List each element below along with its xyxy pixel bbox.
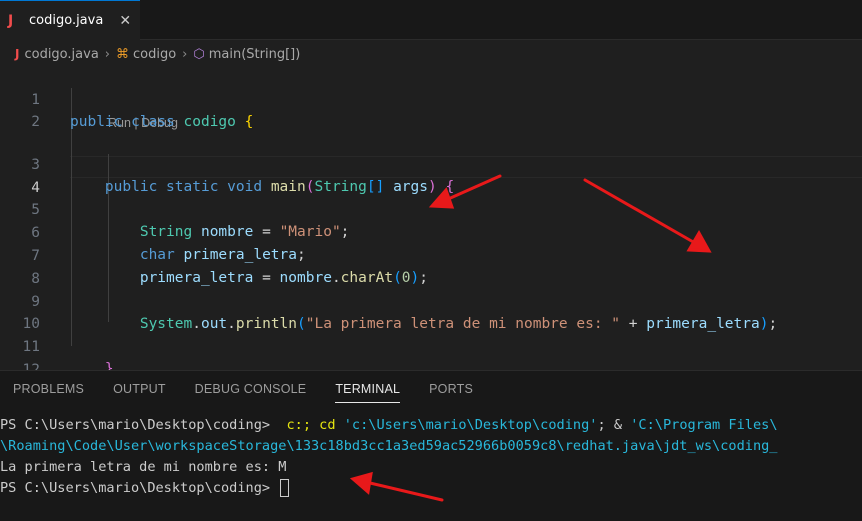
bottom-panel: PROBLEMS OUTPUT DEBUG CONSOLE TERMINAL P…: [0, 370, 862, 521]
breadcrumb-class[interactable]: codigo: [133, 47, 176, 62]
code-line-7: 7 primera_letra = nombre.charAt(0);: [0, 223, 862, 286]
terminal[interactable]: PS C:\Users\mario\Desktop\coding> c:; cd…: [0, 415, 862, 499]
code-line-10: 10: [0, 291, 862, 332]
tab-ports[interactable]: PORTS: [429, 371, 473, 407]
class-icon: ⌘: [115, 46, 129, 62]
java-file-icon: J: [15, 47, 20, 61]
java-file-icon: J: [8, 12, 14, 29]
terminal-line: PS C:\Users\mario\Desktop\coding> c:; cd…: [0, 417, 778, 433]
code-line-4: 4: [0, 155, 862, 196]
code-line-1: 1 public class codigo {: [0, 67, 862, 130]
code-editor[interactable]: Run | Debug 1 public class codigo { 2 3 …: [0, 66, 862, 400]
code-line-6: 6 char primera_letra;: [0, 200, 862, 263]
code-line-2: 2: [0, 89, 862, 130]
editor-tab-bar: J codigo.java ✕: [0, 0, 862, 40]
terminal-output-line: La primera letra de mi nombre es: M: [0, 459, 287, 475]
code-line-5: 5 String nombre = "Mario";: [0, 177, 862, 240]
code-line-3: 3 public static void main(String[] args)…: [0, 132, 862, 195]
breadcrumb-file[interactable]: codigo.java: [24, 47, 98, 62]
terminal-cursor: [280, 479, 290, 497]
code-line-8: 8: [0, 246, 862, 287]
code-line-9: 9 System.out.println("La primera letra d…: [0, 269, 862, 332]
line-number: 2: [31, 114, 40, 130]
code-line-11: 11 }: [0, 314, 862, 377]
chevron-right-icon: ›: [104, 46, 110, 62]
terminal-prompt-line: PS C:\Users\mario\Desktop\coding>: [0, 478, 862, 499]
tab-label: codigo.java: [29, 13, 104, 28]
code-line-12: 12 }: [0, 337, 862, 400]
terminal-line: \Roaming\Code\User\workspaceStorage\133c…: [0, 438, 778, 454]
panel-tabs: PROBLEMS OUTPUT DEBUG CONSOLE TERMINAL P…: [0, 371, 489, 407]
tab-output[interactable]: OUTPUT: [113, 371, 166, 407]
close-icon[interactable]: ✕: [119, 13, 131, 29]
breadcrumb-method[interactable]: main(String[]): [209, 47, 301, 62]
tab-codigo-java[interactable]: J codigo.java ✕: [0, 0, 140, 40]
tab-debug-console[interactable]: DEBUG CONSOLE: [195, 371, 307, 407]
breadcrumb: J codigo.java › ⌘ codigo › ⬡ main(String…: [0, 41, 862, 67]
tab-problems[interactable]: PROBLEMS: [13, 371, 84, 407]
tab-terminal[interactable]: TERMINAL: [335, 371, 400, 407]
method-cube-icon: ⬡: [193, 46, 205, 62]
chevron-right-icon: ›: [182, 46, 188, 62]
